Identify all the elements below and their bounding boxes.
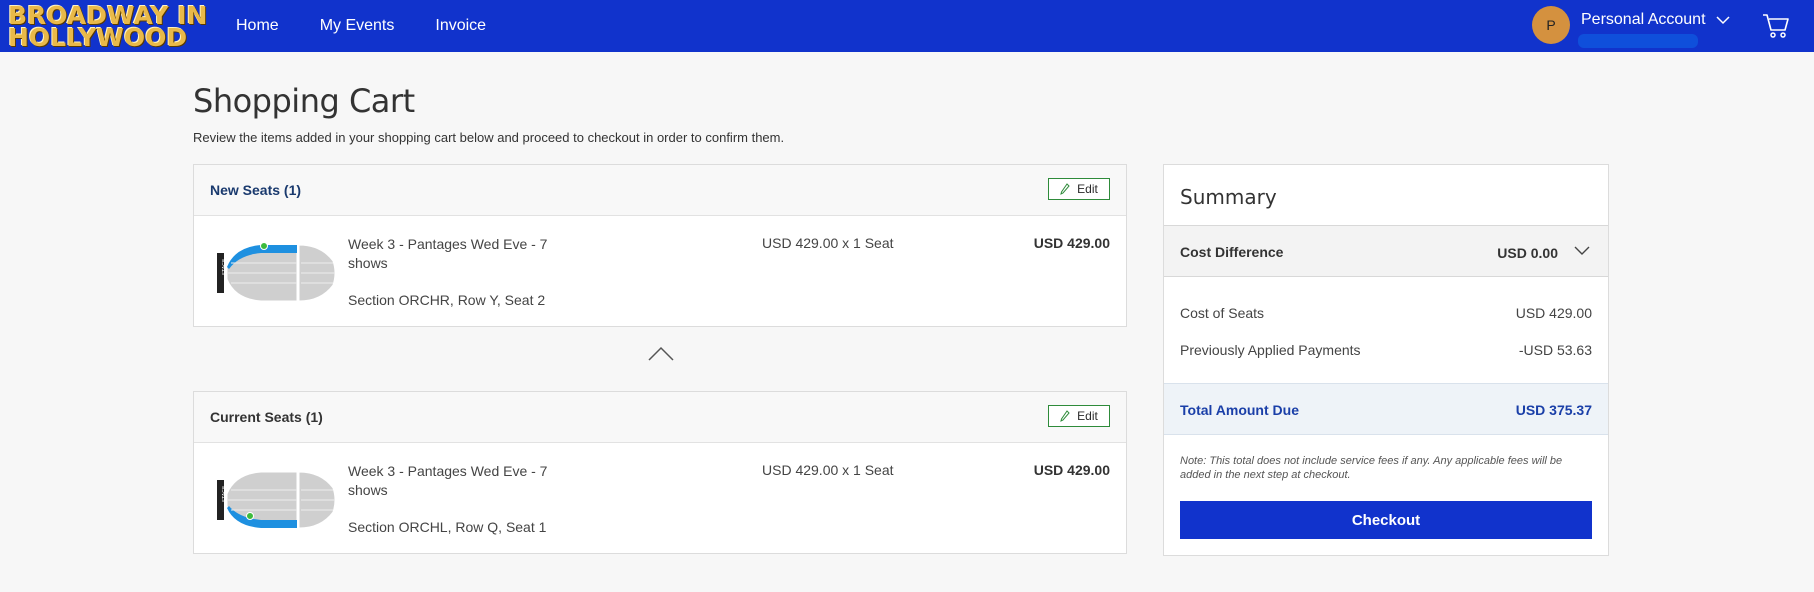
checkout-button[interactable]: Checkout xyxy=(1180,501,1592,539)
previous-payments-value: -USD 53.63 xyxy=(1518,342,1592,358)
nav-home-link[interactable]: Home xyxy=(236,17,279,35)
edit-label: Edit xyxy=(1077,409,1098,423)
event-name: Week 3 - Pantages Wed Eve - 7 shows xyxy=(348,236,548,271)
price-quantity: USD 429.00 x 1 Seat xyxy=(762,235,894,251)
account-email-redaction xyxy=(1578,34,1698,48)
previous-payments-row: Previously Applied Payments -USD 53.63 xyxy=(1180,342,1592,358)
cost-of-seats-label: Cost of Seats xyxy=(1180,305,1265,321)
event-name: Week 3 - Pantages Wed Eve - 7 shows xyxy=(348,463,548,498)
pencil-icon xyxy=(1060,183,1070,195)
total-amount-due-row: Total Amount Due USD 375.37 xyxy=(1164,383,1608,435)
chevron-up-icon[interactable] xyxy=(648,346,674,362)
item-total: USD 429.00 xyxy=(1033,462,1110,478)
fees-note: Note: This total does not include servic… xyxy=(1180,455,1563,481)
seat-location: Section ORCHR, Row Y, Seat 2 xyxy=(348,292,546,308)
shopping-cart-icon[interactable] xyxy=(1762,13,1790,39)
page-subtitle: Review the items added in your shopping … xyxy=(193,130,785,145)
previous-payments-label: Previously Applied Payments xyxy=(1180,342,1361,358)
cost-difference-toggle[interactable]: Cost Difference USD 0.00 xyxy=(1164,225,1608,277)
edit-label: Edit xyxy=(1077,182,1098,196)
chevron-down-icon[interactable] xyxy=(1574,246,1590,256)
nav-my-events-link[interactable]: My Events xyxy=(320,17,395,35)
cost-of-seats-value: USD 429.00 xyxy=(1515,305,1592,321)
broadway-in-hollywood-logo[interactable]: BROADWAY IN HOLLYWOOD xyxy=(8,3,208,50)
seat-map-thumbnail: STAGE xyxy=(217,242,335,302)
total-amount-due-value: USD 375.37 xyxy=(1515,402,1592,418)
logo-line-2: HOLLYWOOD xyxy=(8,22,188,52)
chevron-down-icon[interactable] xyxy=(1716,15,1730,25)
current-seats-item: STAGE Week 3 - Pantages Wed Eve - 7 show… xyxy=(194,443,1126,553)
current-seats-title: Current Seats (1) xyxy=(210,409,323,425)
item-total: USD 429.00 xyxy=(1033,235,1110,251)
price-quantity: USD 429.00 x 1 Seat xyxy=(762,462,894,478)
current-seats-edit-button[interactable]: Edit xyxy=(1048,405,1110,427)
seat-map-thumbnail: STAGE xyxy=(217,471,335,529)
page-title: Shopping Cart xyxy=(193,82,415,120)
total-amount-due-label: Total Amount Due xyxy=(1180,402,1299,418)
new-seats-title: New Seats (1) xyxy=(210,182,302,198)
cost-difference-value: USD 0.00 xyxy=(1497,245,1558,261)
cost-of-seats-row: Cost of Seats USD 429.00 xyxy=(1180,305,1592,321)
current-seats-header: Current Seats (1) Edit xyxy=(194,392,1126,443)
new-seats-item: STAGE Week 3 - Pantages Wed Eve - 7 show… xyxy=(194,216,1126,326)
current-seats-card: Current Seats (1) Edit STAGE Week 3 - Pa… xyxy=(193,391,1127,554)
cost-difference-label: Cost Difference xyxy=(1180,244,1284,260)
new-seats-card: New Seats (1) Edit STAGE Week 3 - Pantag… xyxy=(193,164,1127,327)
summary-title: Summary xyxy=(1180,185,1277,209)
new-seats-header: New Seats (1) Edit xyxy=(194,165,1126,216)
pencil-icon xyxy=(1060,410,1070,422)
top-navigation-bar: BROADWAY IN HOLLYWOOD Home My Events Inv… xyxy=(0,0,1814,52)
nav-invoice-link[interactable]: Invoice xyxy=(435,17,486,35)
main-nav: Home My Events Invoice xyxy=(236,0,527,52)
seat-location: Section ORCHL, Row Q, Seat 1 xyxy=(348,519,547,535)
new-seats-edit-button[interactable]: Edit xyxy=(1048,178,1110,200)
account-menu-label[interactable]: Personal Account xyxy=(1581,11,1706,29)
summary-panel: Summary Cost Difference USD 0.00 Cost of… xyxy=(1163,164,1609,556)
avatar[interactable]: P xyxy=(1532,6,1570,44)
